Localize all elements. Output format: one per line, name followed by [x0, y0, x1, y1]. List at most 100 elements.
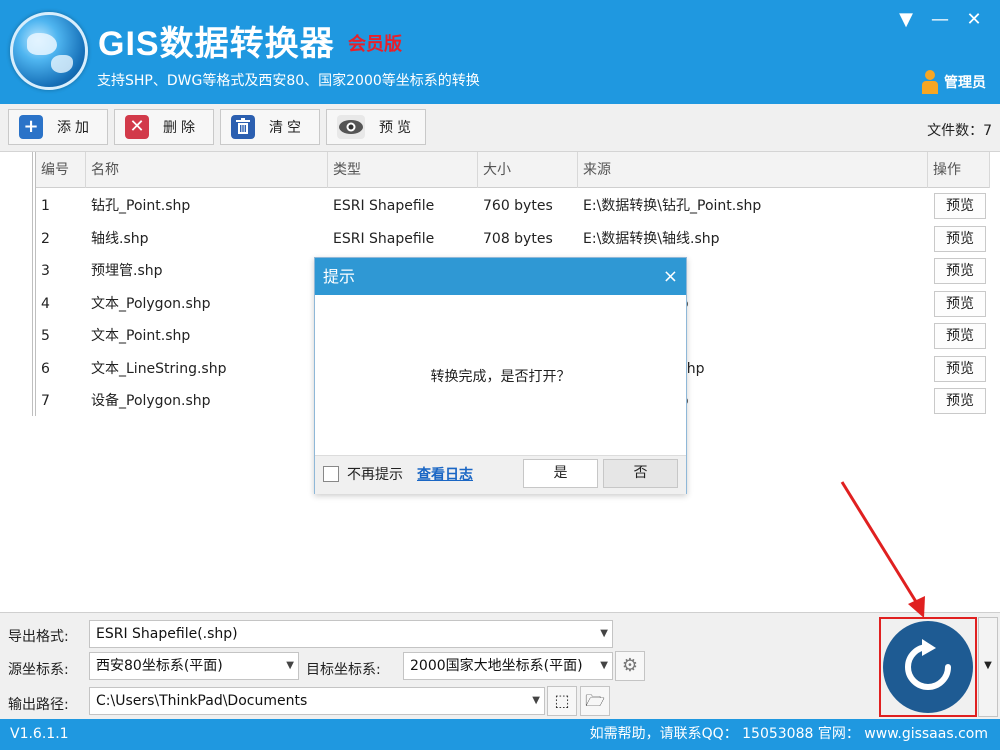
clear-button-label: 清空 [269, 120, 305, 136]
user-icon [922, 70, 938, 94]
cell-id: 6 [41, 360, 50, 377]
output-path-value: C:\Users\ThinkPad\Documents [96, 693, 308, 709]
folder-icon: 🗁 [585, 691, 605, 710]
add-button[interactable]: + 添加 [8, 109, 108, 145]
row-preview-button[interactable]: 预览 [934, 193, 986, 219]
dialog-message: 转换完成，是否打开？ [430, 369, 571, 385]
source-crs-label: 源坐标系: [8, 662, 69, 678]
menu-dropdown-icon[interactable]: ▼ [894, 8, 918, 32]
chevron-down-icon: ▼ [600, 660, 608, 671]
output-path-label: 输出路径: [8, 697, 69, 713]
add-button-label: 添加 [57, 120, 93, 136]
output-path-input[interactable]: C:\Users\ThinkPad\Documents ▼ [89, 687, 545, 715]
cell-type: ESRI Shapefile [333, 230, 435, 247]
cell-name: 预埋管.shp [91, 263, 163, 279]
preview-button-label: 预览 [379, 120, 415, 136]
minimize-button[interactable]: — [928, 8, 952, 32]
view-log-link[interactable]: 查看日志 [417, 464, 473, 484]
delete-button-label: 删除 [163, 120, 199, 136]
file-count: 文件数：7 [927, 123, 992, 139]
dialog-titlebar: 提示 × [315, 258, 686, 295]
cell-name: 文本_Polygon.shp [91, 295, 211, 312]
cell-source: E:\数据转换\钻孔_Point.shp [583, 198, 762, 214]
convert-button[interactable] [883, 621, 973, 713]
chevron-down-icon: ▼ [532, 695, 540, 706]
cell-name: 文本_LineString.shp [91, 360, 227, 377]
col-id[interactable]: 编号 [36, 152, 86, 188]
source-crs-select[interactable]: 西安80坐标系(平面) ▼ [89, 652, 299, 680]
cell-type: ESRI Shapefile [333, 198, 435, 214]
toolbar: + 添加 ✕ 删除 清空 预览 文件数：7 [0, 104, 1000, 152]
table-row[interactable]: 2 轴线.shp ESRI Shapefile 708 bytes E:\数据转换\轴线… [36, 223, 990, 255]
globe-logo-icon [10, 12, 88, 90]
trash-icon [231, 115, 255, 139]
no-button[interactable]: 否 [603, 459, 678, 488]
col-type[interactable]: 类型 [328, 152, 478, 188]
edition-badge: 会员版 [348, 34, 402, 55]
table-header: 编号 名称 类型 大小 来源 操作 [36, 152, 990, 188]
cell-name: 设备_Polygon.shp [91, 393, 211, 409]
row-preview-button[interactable]: 预览 [934, 355, 986, 382]
refresh-icon [905, 639, 951, 690]
col-name[interactable]: 名称 [86, 152, 328, 188]
row-preview-button[interactable]: 预览 [934, 290, 986, 317]
delete-button[interactable]: ✕ 删除 [114, 109, 214, 145]
dialog-footer: 不再提示 查看日志 是 否 [315, 455, 686, 494]
dont-show-again-label[interactable]: 不再提示 [347, 464, 403, 484]
pick-location-button[interactable]: ⬚ [547, 686, 577, 716]
cell-id: 2 [41, 230, 50, 247]
export-format-label: 导出格式: [8, 629, 69, 645]
status-bar: V1.6.1.1 如需帮助，请联系QQ： 15053088 官网： www.gi… [0, 719, 1000, 750]
cell-name: 钻孔_Point.shp [91, 198, 191, 214]
delete-x-icon: ✕ [125, 115, 149, 139]
help-contact: 如需帮助，请联系QQ： 15053088 官网： www.gissaas.com [589, 726, 988, 742]
cursor-select-icon: ⬚ [554, 691, 570, 710]
app-version: V1.6.1.1 [10, 726, 69, 742]
row-preview-button[interactable]: 预览 [934, 225, 986, 252]
cell-id: 7 [41, 393, 50, 409]
export-format-value: ESRI Shapefile(.shp) [96, 626, 238, 642]
export-format-select[interactable]: ESRI Shapefile(.shp) ▼ [89, 620, 613, 648]
eye-icon [337, 115, 365, 139]
cell-name: 文本_Point.shp [91, 328, 191, 344]
dialog-close-icon[interactable]: × [663, 258, 678, 295]
cell-size: 708 bytes [483, 230, 553, 247]
annotation-arrow [840, 481, 925, 618]
dialog-title: 提示 [323, 267, 356, 286]
user-menu[interactable]: 管理员 [922, 70, 986, 94]
completion-dialog: 提示 × 转换完成，是否打开？ 不再提示 查看日志 是 否 [314, 257, 687, 494]
cell-id: 4 [41, 295, 50, 312]
app-title: GIS数据转换器 [98, 25, 335, 63]
dont-show-again-checkbox[interactable] [323, 466, 339, 482]
cell-name: 轴线.shp [91, 230, 149, 247]
yes-button[interactable]: 是 [523, 459, 598, 488]
col-size[interactable]: 大小 [478, 152, 578, 188]
source-crs-value: 西安80坐标系(平面) [96, 658, 223, 674]
convert-options-dropdown[interactable]: ▼ [978, 617, 998, 717]
cell-id: 5 [41, 328, 50, 344]
row-preview-button[interactable]: 预览 [934, 323, 986, 349]
app-subtitle: 支持SHP、DWG等格式及西安80、国家2000等坐标系的转换 [97, 73, 480, 89]
table-row[interactable]: 1 钻孔_Point.shp ESRI Shapefile 760 bytes E:\数… [36, 190, 990, 222]
cell-id: 1 [41, 198, 50, 214]
crs-settings-button[interactable]: ⚙ [615, 651, 645, 681]
target-crs-label: 目标坐标系: [306, 662, 381, 678]
chevron-down-icon: ▼ [286, 660, 294, 671]
gear-icon: ⚙ [621, 655, 639, 676]
col-action[interactable]: 操作 [928, 152, 990, 188]
cell-id: 3 [41, 263, 50, 279]
user-name: 管理员 [944, 75, 986, 91]
app-header: GIS数据转换器 会员版 支持SHP、DWG等格式及西安80、国家2000等坐标… [0, 0, 1000, 104]
preview-button[interactable]: 预览 [326, 109, 426, 145]
plus-icon: + [19, 115, 43, 139]
row-preview-button[interactable]: 预览 [934, 388, 986, 414]
browse-folder-button[interactable]: 🗁 [580, 686, 610, 716]
cell-size: 760 bytes [483, 198, 553, 214]
clear-button[interactable]: 清空 [220, 109, 320, 145]
target-crs-select[interactable]: 2000国家大地坐标系(平面) ▼ [403, 652, 613, 680]
row-preview-button[interactable]: 预览 [934, 258, 986, 284]
close-window-button[interactable]: ✕ [962, 8, 986, 32]
col-source[interactable]: 来源 [578, 152, 928, 188]
chevron-down-icon: ▼ [600, 628, 608, 639]
cell-source: E:\数据转换\轴线.shp [583, 230, 720, 247]
